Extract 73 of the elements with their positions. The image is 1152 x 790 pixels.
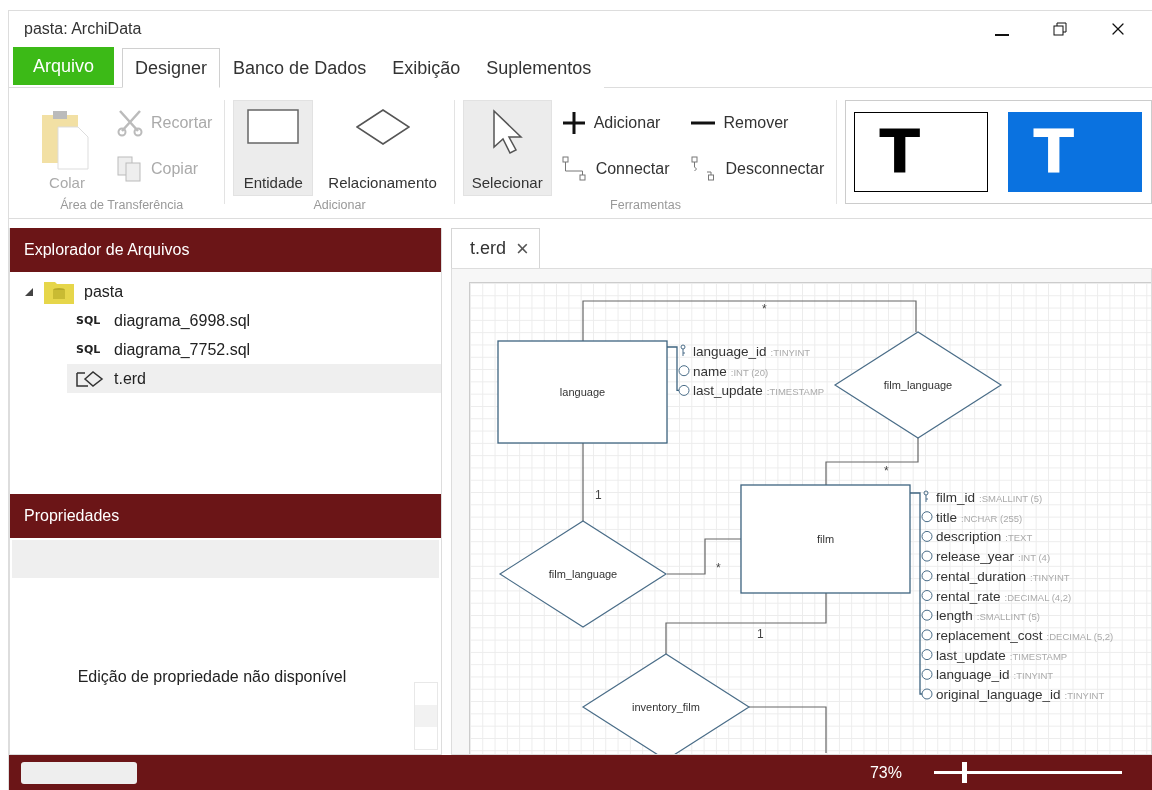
plus-icon — [561, 111, 586, 135]
relationship-diamond[interactable] — [833, 331, 1003, 439]
folder-name: pasta — [84, 282, 124, 301]
cardinality-label: * — [884, 464, 889, 478]
cardinality-label: * — [762, 302, 767, 316]
tree-item[interactable]: pasta — [10, 277, 441, 306]
scissors-icon — [117, 109, 143, 137]
attribute-label: language_id :TINYINT — [936, 667, 1054, 683]
ribbon-button[interactable]: Desconnectar — [687, 146, 829, 192]
ribbon-button[interactable]: Remover — [687, 100, 829, 146]
diagram-file-icon — [76, 369, 104, 388]
relationship-name: inventory_film — [632, 701, 700, 713]
tree-item[interactable]: t.erd — [67, 364, 441, 393]
group-caption: Ferramentas — [609, 197, 682, 212]
ribbon-button[interactable]: Selecionar — [462, 100, 552, 196]
tree-item[interactable]: SQL diagrama_7752.sql — [67, 335, 441, 364]
attribute-label: language_id :TINYINT — [693, 344, 811, 359]
entity-name: film — [816, 533, 835, 545]
file-name: t.erd — [114, 369, 146, 388]
attribute-label: last_update :TIMESTAMP — [693, 383, 825, 399]
relationship-name: film_language — [548, 568, 618, 580]
close-tab-button[interactable]: × — [516, 235, 529, 262]
empty-message: Edição de propriedade não disponível — [77, 668, 347, 686]
connector-icon — [561, 156, 588, 182]
tree-item[interactable]: SQL diagrama_6998.sql — [67, 306, 441, 335]
panel-header: Explorador de Arquivos — [10, 228, 441, 272]
attribute-label: rental_rate :DECIMAL (4,2) — [936, 588, 1072, 604]
entity-box[interactable] — [497, 340, 668, 444]
ribbon-tab[interactable]: Designer — [122, 48, 221, 88]
attribute-label: original_language_id :TINYINT — [936, 687, 1105, 702]
diagram-canvas[interactable] — [469, 282, 1151, 754]
file-name: diagrama_6998.sql — [114, 311, 251, 330]
entity-box[interactable] — [740, 484, 911, 594]
ribbon-button[interactable]: Entidade — [233, 100, 314, 196]
group-caption: Adicionar — [312, 197, 367, 212]
relationship-diamond[interactable] — [498, 520, 668, 628]
cardinality-label: 1 — [595, 488, 602, 502]
diamond-icon — [355, 109, 410, 145]
attribute-label: name :INT (20) — [693, 363, 769, 379]
attribute-label: last_update :TIMESTAMP — [936, 647, 1068, 663]
minus-icon — [691, 120, 716, 126]
attribute-label: title :NCHAR (255) — [936, 509, 1023, 525]
cardinality-label: * — [716, 561, 721, 575]
expander-icon[interactable] — [24, 286, 34, 297]
sql-file-icon: SQL — [76, 343, 104, 356]
attribute-label: rental_duration :TINYINT — [936, 568, 1070, 584]
style-swatch[interactable]: T — [1008, 112, 1143, 192]
restore-icon — [1053, 22, 1067, 36]
entity-name: language — [559, 386, 606, 398]
attribute-label: replacement_cost :DECIMAL (5,2) — [936, 627, 1114, 643]
attribute-label: release_year :INT (4) — [936, 549, 1051, 565]
sql-file-icon: SQL — [76, 314, 104, 327]
ribbon-button[interactable]: Adicionar — [557, 100, 674, 146]
copy-icon — [117, 156, 143, 182]
window-title: pasta: ArchiData — [24, 20, 142, 38]
rectangle-icon — [247, 109, 300, 145]
cardinality-label: 1 — [757, 627, 764, 641]
panel-header: Propriedades — [10, 494, 441, 538]
ribbon-button[interactable]: Relacionamento — [319, 100, 446, 196]
attribute-label: description :TEXT — [936, 529, 1033, 545]
slider-thumb[interactable] — [962, 762, 968, 783]
group-caption: Área de Transferência — [59, 196, 185, 212]
attribute-label: length :SMALLINT (5) — [936, 608, 1040, 624]
attribute-label: film_id :SMALLINT (5) — [936, 490, 1043, 505]
ribbon-button[interactable]: Connectar — [557, 146, 674, 192]
minimize-icon — [995, 34, 1009, 36]
folder-icon — [44, 279, 74, 304]
style-swatch[interactable]: T — [854, 112, 989, 192]
document-tab[interactable]: t.erd × — [451, 228, 540, 268]
relationship-name: film_language — [883, 379, 953, 391]
file-name: diagrama_7752.sql — [114, 340, 251, 359]
zoom-percent: 73% — [869, 763, 902, 782]
attribute-bracket — [666, 346, 681, 392]
